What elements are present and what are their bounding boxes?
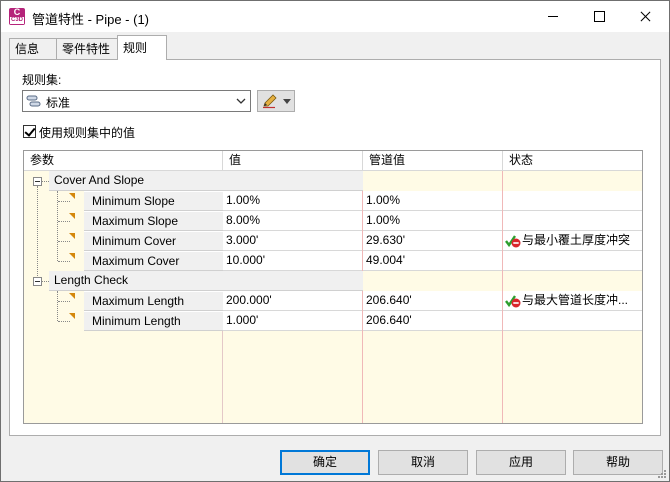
dropdown-arrow-icon <box>283 99 291 104</box>
pipe-value: 29.630' <box>363 231 502 251</box>
cancel-button[interactable]: 取消 <box>378 450 468 475</box>
group-name: Cover And Slope <box>49 171 363 191</box>
param-name: Maximum Length <box>84 291 223 311</box>
tree-line <box>58 261 70 262</box>
param-value[interactable]: 8.00% <box>223 211 362 231</box>
status-cell <box>503 311 642 331</box>
app-icon-sub: C3D <box>10 17 24 24</box>
conflict-status-icon <box>505 295 521 308</box>
app-icon: C C3D <box>9 8 25 25</box>
ok-button[interactable]: 确定 <box>280 450 370 475</box>
edit-ruleset-button[interactable] <box>257 90 295 112</box>
rule-marker-icon <box>69 233 75 239</box>
window-title: 管道特性 - Pipe - (1) <box>32 12 150 27</box>
param-value[interactable]: 3.000' <box>223 231 362 251</box>
help-button[interactable]: 帮助 <box>573 450 663 475</box>
table-row[interactable]: Maximum Cover 10.000' 49.004' <box>24 251 642 271</box>
status-text: 与最大管道长度冲... <box>522 293 629 307</box>
table-row[interactable]: Minimum Length 1.000' 206.640' <box>24 311 642 331</box>
use-ruleset-values-label[interactable]: 使用规则集中的值 <box>39 124 135 141</box>
rule-marker-icon <box>69 293 75 299</box>
tab-part-properties[interactable]: 零件特性 <box>56 38 119 59</box>
use-ruleset-values-checkbox[interactable] <box>23 125 36 138</box>
minimize-button[interactable] <box>530 1 576 32</box>
param-value[interactable]: 1.00% <box>223 191 362 211</box>
table-row[interactable]: Maximum Length 200.000' 206.640' 与最大管道长度… <box>24 291 642 311</box>
status-cell <box>503 211 642 231</box>
rules-grid: 参数 值 管道值 状态 Cover And Slope Minimum Slop… <box>23 150 643 424</box>
column-header-parameter[interactable]: 参数 <box>24 151 223 171</box>
ruleset-label: 规则集: <box>22 73 62 87</box>
pipe-value: 1.00% <box>363 191 502 211</box>
status-text: 与最小覆土厚度冲突 <box>522 233 631 247</box>
pipe-value: 206.640' <box>363 311 502 331</box>
ruleset-select[interactable]: 标准 <box>22 90 251 112</box>
rule-marker-icon <box>69 193 75 199</box>
group-row-length-check[interactable]: Length Check <box>24 271 642 291</box>
rule-marker-icon <box>69 313 75 319</box>
conflict-status-icon <box>505 235 521 248</box>
rule-marker-icon <box>69 253 75 259</box>
param-value[interactable]: 1.000' <box>223 311 362 331</box>
pipe-value: 206.640' <box>363 291 502 311</box>
table-row[interactable]: Maximum Slope 8.00% 1.00% <box>24 211 642 231</box>
group-name: Length Check <box>49 271 363 291</box>
close-button[interactable] <box>622 1 668 32</box>
pipe-value: 49.004' <box>363 251 502 271</box>
status-cell: 与最大管道长度冲... <box>503 291 642 311</box>
pipe-value: 1.00% <box>363 211 502 231</box>
param-name: Minimum Slope <box>84 191 223 211</box>
ruleset-selected-value: 标准 <box>46 96 71 110</box>
status-cell: 与最小覆土厚度冲突 <box>503 231 642 251</box>
param-name: Maximum Cover <box>84 251 223 271</box>
tree-line <box>58 221 70 222</box>
table-row[interactable]: Minimum Slope 1.00% 1.00% <box>24 191 642 211</box>
tab-info[interactable]: 信息 <box>9 38 57 59</box>
apply-button[interactable]: 应用 <box>476 450 566 475</box>
tree-line <box>58 201 70 202</box>
tree-line <box>58 241 70 242</box>
rule-marker-icon <box>69 213 75 219</box>
param-value[interactable]: 200.000' <box>223 291 362 311</box>
pencil-edit-icon <box>263 94 277 109</box>
column-header-value[interactable]: 值 <box>223 151 363 171</box>
param-name: Maximum Slope <box>84 211 223 231</box>
dialog-window: C C3D 管道特性 - Pipe - (1) 信息 零件特性 规则 规则集: … <box>0 0 670 482</box>
tab-rules[interactable]: 规则 <box>117 35 167 60</box>
resize-grip-icon[interactable] <box>657 469 667 479</box>
chevron-down-icon <box>236 98 246 104</box>
table-row[interactable]: Minimum Cover 3.000' 29.630' 与最小覆土厚度冲突 <box>24 231 642 251</box>
collapse-toggle-icon[interactable] <box>33 177 42 186</box>
pipe-ruleset-icon <box>26 95 41 107</box>
collapse-toggle-icon[interactable] <box>33 277 42 286</box>
tree-line <box>58 301 70 302</box>
tree-line <box>58 321 70 322</box>
param-value[interactable]: 10.000' <box>223 251 362 271</box>
column-header-status[interactable]: 状态 <box>503 151 642 171</box>
maximize-button[interactable] <box>576 1 622 32</box>
status-cell <box>503 191 642 211</box>
title-bar[interactable]: C C3D 管道特性 - Pipe - (1) <box>1 1 669 32</box>
status-cell <box>503 251 642 271</box>
group-row-cover-and-slope[interactable]: Cover And Slope <box>24 171 642 191</box>
column-header-pipe-value[interactable]: 管道值 <box>363 151 503 171</box>
param-name: Minimum Cover <box>84 231 223 251</box>
app-icon-letter: C <box>13 7 21 17</box>
param-name: Minimum Length <box>84 311 223 331</box>
